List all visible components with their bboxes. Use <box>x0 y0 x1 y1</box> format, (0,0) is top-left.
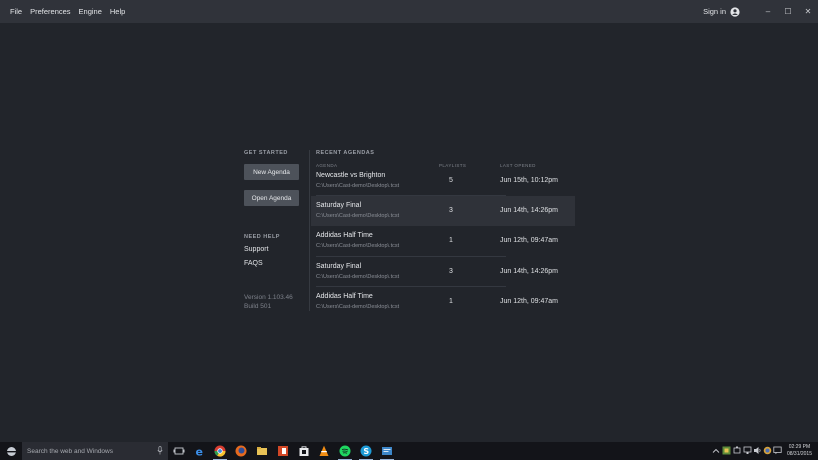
microphone-icon[interactable] <box>157 446 163 455</box>
sign-in-label: Sign in <box>703 7 726 16</box>
file-explorer-icon[interactable] <box>256 445 268 457</box>
agenda-name: Saturday Final <box>316 263 362 270</box>
sign-in-button[interactable]: Sign in <box>703 6 740 17</box>
column-divider <box>309 150 310 311</box>
agenda-name: Addidas Half Time <box>316 232 373 239</box>
power-icon[interactable] <box>733 446 742 455</box>
chevron-up-icon[interactable] <box>712 446 720 456</box>
action-center-icon[interactable] <box>773 446 782 455</box>
title-bar: File Preferences Engine Help Sign in – ☐… <box>0 0 818 23</box>
agenda-name: Newcastle vs Brighton <box>316 172 386 179</box>
agenda-playlists: 1 <box>449 237 453 244</box>
tray-app-icon[interactable] <box>722 446 731 455</box>
agenda-path: C:\Users\Cast-demo\Desktop\.tcst <box>316 183 400 189</box>
taskbar-search-box[interactable]: Search the web and Windows <box>22 442 168 460</box>
agenda-playlists: 3 <box>449 268 453 275</box>
task-view-icon[interactable] <box>173 445 185 457</box>
agenda-last-opened: Jun 14th, 14:26pm <box>500 268 558 275</box>
recent-agenda-row[interactable]: Saturday Final C:\Users\Cast-demo\Deskto… <box>311 257 575 287</box>
agenda-last-opened: Jun 15th, 10:12pm <box>500 177 558 184</box>
menu-file[interactable]: File <box>6 0 26 23</box>
agenda-path: C:\Users\Cast-demo\Desktop\.tcst <box>316 304 400 310</box>
agenda-playlists: 5 <box>449 177 453 184</box>
minimize-button[interactable]: – <box>758 0 778 23</box>
agenda-playlists: 3 <box>449 207 453 214</box>
recent-agenda-row[interactable]: Newcastle vs Brighton C:\Users\Cast-demo… <box>311 166 575 196</box>
agenda-last-opened: Jun 12th, 09:47am <box>500 237 558 244</box>
edge-icon[interactable]: e <box>194 445 206 458</box>
faqs-link[interactable]: FAQS <box>244 260 263 267</box>
firefox-icon[interactable] <box>235 445 247 457</box>
chrome-icon[interactable] <box>214 445 226 457</box>
build-label: Build 501 <box>244 303 272 310</box>
close-button[interactable]: ✕ <box>798 0 818 23</box>
taskbar: Search the web and Windows e S 02:29 PM … <box>0 442 818 460</box>
agenda-path: C:\Users\Cast-demo\Desktop\.tcst <box>316 274 400 280</box>
agenda-path: C:\Users\Cast-demo\Desktop\.tcst <box>316 243 400 249</box>
agenda-name: Addidas Half Time <box>316 293 373 300</box>
taskbar-search-placeholder: Search the web and Windows <box>27 447 113 455</box>
menu-help[interactable]: Help <box>106 0 129 23</box>
open-agenda-button[interactable]: Open Agenda <box>244 190 299 206</box>
new-agenda-button[interactable]: New Agenda <box>244 164 299 180</box>
need-help-heading: NEED HELP <box>244 234 280 240</box>
get-started-heading: GET STARTED <box>244 150 288 156</box>
store-icon[interactable] <box>298 445 310 457</box>
menu-preferences[interactable]: Preferences <box>26 0 74 23</box>
volume-icon[interactable] <box>753 446 762 455</box>
office-icon[interactable] <box>277 445 289 457</box>
tray-status-icon[interactable] <box>763 446 772 455</box>
agenda-name: Saturday Final <box>316 202 362 209</box>
skype-icon[interactable]: S <box>360 445 372 457</box>
title-bar-controls: Sign in – ☐ ✕ <box>703 0 818 23</box>
user-avatar-icon <box>730 6 740 17</box>
start-button[interactable] <box>0 442 22 460</box>
clock-time: 02:29 PM <box>788 444 811 450</box>
clock-date: 08/31/2015 <box>786 451 812 457</box>
recent-agenda-row[interactable]: Addidas Half Time C:\Users\Cast-demo\Des… <box>311 226 575 256</box>
system-clock[interactable]: 02:29 PM 08/31/2015 <box>787 444 812 458</box>
support-link[interactable]: Support <box>244 246 269 253</box>
agenda-playlists: 1 <box>449 298 453 305</box>
vlc-icon[interactable] <box>318 445 330 457</box>
maximize-button[interactable]: ☐ <box>778 0 798 23</box>
network-icon[interactable] <box>743 446 752 455</box>
agenda-path: C:\Users\Cast-demo\Desktop\.tcst <box>316 213 400 219</box>
svg-text:e: e <box>196 446 203 458</box>
menu-engine[interactable]: Engine <box>75 0 106 23</box>
menu-bar: File Preferences Engine Help <box>0 0 129 23</box>
recent-agenda-row[interactable]: Addidas Half Time C:\Users\Cast-demo\Des… <box>311 287 575 317</box>
spotify-icon[interactable] <box>339 445 351 457</box>
agenda-last-opened: Jun 14th, 14:26pm <box>500 207 558 214</box>
recent-agenda-row-selected[interactable]: Saturday Final C:\Users\Cast-demo\Deskto… <box>311 196 575 226</box>
recent-agendas-heading: RECENT AGENDAS <box>316 150 375 156</box>
cortana-icon <box>6 446 16 456</box>
svg-text:S: S <box>363 447 369 456</box>
agenda-last-opened: Jun 12th, 09:47am <box>500 298 558 305</box>
app-window-icon[interactable] <box>381 445 393 457</box>
